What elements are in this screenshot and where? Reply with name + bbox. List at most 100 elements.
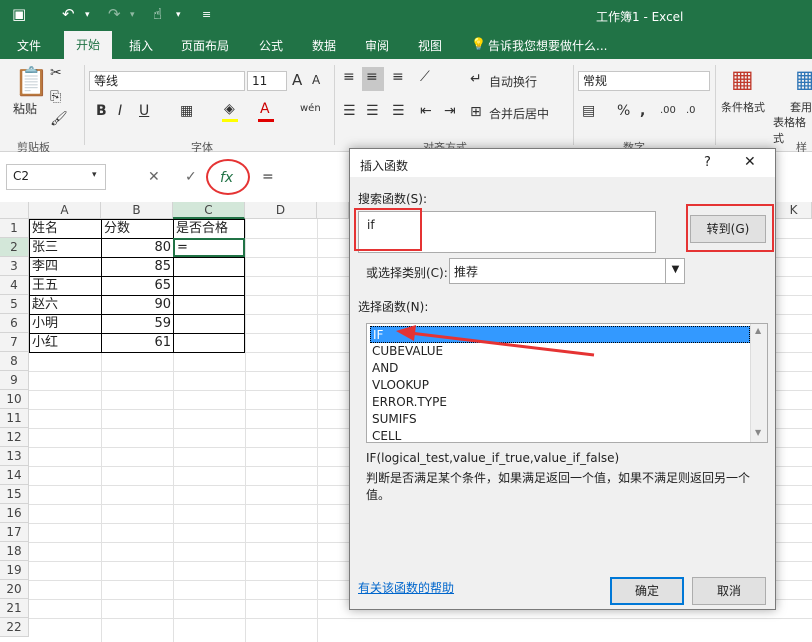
ok-button[interactable]: 确定 <box>610 577 684 605</box>
italic-icon[interactable]: I <box>118 103 122 119</box>
copy-icon[interactable]: ⎘ <box>50 89 61 105</box>
cell-b4[interactable]: 65 <box>102 276 173 295</box>
tab-formulas[interactable]: 公式 <box>259 37 283 54</box>
save-icon[interactable]: ▣ <box>12 5 26 23</box>
row-header[interactable]: 8 <box>0 352 29 371</box>
underline-icon[interactable]: U <box>139 103 149 119</box>
row-header[interactable]: 22 <box>0 618 29 637</box>
increase-decimal-icon[interactable]: .00 <box>660 105 676 116</box>
align-right-icon[interactable]: ☰ <box>392 103 405 119</box>
row-header[interactable]: 15 <box>0 485 29 504</box>
decrease-font-icon[interactable]: A <box>312 73 320 87</box>
cell-b1[interactable]: 分数 <box>102 219 173 238</box>
name-box-dropdown-icon[interactable]: ▾ <box>92 170 97 180</box>
merge-center-button[interactable]: 合并后居中 <box>489 105 549 122</box>
row-header[interactable]: 4 <box>0 276 29 295</box>
cell-a5[interactable]: 赵六 <box>30 295 101 314</box>
cell-b5[interactable]: 90 <box>102 295 173 314</box>
chevron-down-icon[interactable]: ▼ <box>665 258 685 284</box>
category-select[interactable]: 推荐 <box>449 258 685 284</box>
row-header[interactable]: 10 <box>0 390 29 409</box>
align-left-icon[interactable]: ☰ <box>343 103 356 119</box>
column-header-e[interactable] <box>317 202 349 219</box>
font-name-select[interactable]: 等线 <box>89 71 245 91</box>
cancel-entry-icon[interactable]: ✕ <box>148 169 160 185</box>
tab-insert[interactable]: 插入 <box>129 37 153 54</box>
cell-b2[interactable]: 80 <box>102 238 173 257</box>
conditional-format-button[interactable]: 条件格式 <box>721 99 765 115</box>
cancel-button[interactable]: 取消 <box>692 577 766 605</box>
paste-icon[interactable]: 📋 <box>14 65 49 98</box>
row-header[interactable]: 14 <box>0 466 29 485</box>
dialog-titlebar[interactable] <box>350 149 775 177</box>
align-center-icon[interactable]: ☰ <box>366 103 379 119</box>
phonetic-icon[interactable]: wén <box>300 103 321 114</box>
column-header-k[interactable]: K <box>776 202 812 219</box>
cell-a7[interactable]: 小红 <box>30 333 101 352</box>
row-header[interactable]: 17 <box>0 523 29 542</box>
cell-a6[interactable]: 小明 <box>30 314 101 333</box>
list-scrollbar[interactable]: ▲ ▼ <box>750 324 767 442</box>
tab-data[interactable]: 数据 <box>312 37 336 54</box>
cell-a1[interactable]: 姓名 <box>30 219 101 238</box>
orientation-icon[interactable]: ⟋ <box>420 69 430 85</box>
cell-a2[interactable]: 张三 <box>30 238 101 257</box>
wrap-text-button[interactable]: 自动换行 <box>489 73 537 90</box>
select-all-corner[interactable] <box>0 202 29 219</box>
name-box[interactable]: C2 <box>6 164 106 190</box>
cell-b3[interactable]: 85 <box>102 257 173 276</box>
scroll-up-icon[interactable]: ▲ <box>755 326 761 335</box>
format-painter-icon[interactable]: 🖌 <box>50 111 68 127</box>
column-header-d[interactable]: D <box>245 202 317 219</box>
row-header[interactable]: 18 <box>0 542 29 561</box>
font-size-select[interactable]: 11 <box>247 71 287 91</box>
font-color-icon[interactable]: A <box>260 101 270 117</box>
row-header[interactable]: 16 <box>0 504 29 523</box>
number-format-select[interactable]: 常规 <box>578 71 710 91</box>
cell-a3[interactable]: 李四 <box>30 257 101 276</box>
cell-b7[interactable]: 61 <box>102 333 173 352</box>
touch-mode-icon[interactable]: ☝ <box>153 5 162 23</box>
increase-indent-icon[interactable]: ⇥ <box>444 103 456 119</box>
bold-icon[interactable]: B <box>96 103 107 119</box>
confirm-entry-icon[interactable]: ✓ <box>185 169 197 185</box>
row-header[interactable]: 2 <box>0 238 29 257</box>
list-item[interactable]: SUMIFS <box>370 411 750 428</box>
fill-color-icon[interactable]: ◈ <box>224 101 235 117</box>
cut-icon[interactable]: ✂ <box>50 65 62 81</box>
column-header-a[interactable]: A <box>29 202 101 219</box>
currency-icon[interactable]: ▤ <box>582 103 595 119</box>
align-top-icon[interactable]: ≡ <box>343 69 355 85</box>
tab-home[interactable]: 开始 <box>64 31 112 59</box>
tab-file[interactable]: 文件 <box>17 37 41 54</box>
undo-icon[interactable]: ↶ <box>62 5 75 23</box>
list-item[interactable]: CELL <box>370 428 750 442</box>
row-header[interactable]: 5 <box>0 295 29 314</box>
tell-me-box[interactable]: 告诉我您想要做什么... <box>488 37 607 54</box>
row-header[interactable]: 7 <box>0 333 29 352</box>
comma-icon[interactable]: , <box>640 103 645 119</box>
redo-dropdown-icon[interactable]: ▾ <box>130 10 135 20</box>
row-header[interactable]: 3 <box>0 257 29 276</box>
cell-b6[interactable]: 59 <box>102 314 173 333</box>
redo-icon[interactable]: ↷ <box>108 5 121 23</box>
tab-page-layout[interactable]: 页面布局 <box>181 37 229 54</box>
row-header[interactable]: 13 <box>0 447 29 466</box>
list-item[interactable]: ERROR.TYPE <box>370 394 750 411</box>
tab-view[interactable]: 视图 <box>418 37 442 54</box>
close-icon[interactable]: ✕ <box>744 154 756 170</box>
row-header[interactable]: 9 <box>0 371 29 390</box>
column-header-b[interactable]: B <box>101 202 173 219</box>
row-header[interactable]: 11 <box>0 409 29 428</box>
align-bottom-icon[interactable]: ≡ <box>392 69 404 85</box>
row-header[interactable]: 20 <box>0 580 29 599</box>
undo-dropdown-icon[interactable]: ▾ <box>85 10 90 20</box>
row-header[interactable]: 21 <box>0 599 29 618</box>
function-help-link[interactable]: 有关该函数的帮助 <box>358 579 454 596</box>
help-icon[interactable]: ? <box>704 155 711 170</box>
customize-qat-icon[interactable]: ≡ <box>202 8 211 21</box>
cell-a4[interactable]: 王五 <box>30 276 101 295</box>
scroll-down-icon[interactable]: ▼ <box>755 428 761 437</box>
column-header-c[interactable]: C <box>173 202 245 219</box>
row-header[interactable]: 12 <box>0 428 29 447</box>
